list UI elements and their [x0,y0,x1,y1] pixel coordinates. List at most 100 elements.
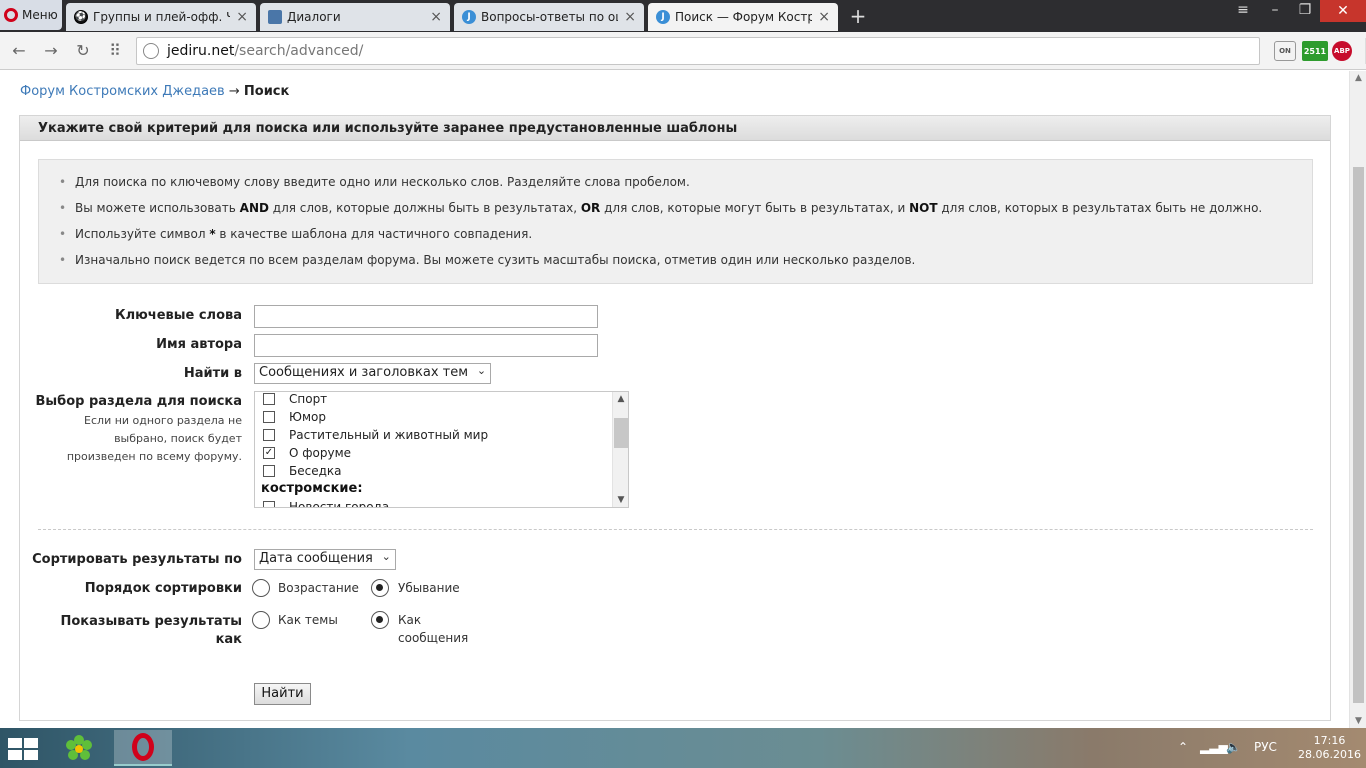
section-option[interactable]: Спорт [263,392,327,408]
minimize-icon[interactable]: – [1260,2,1290,18]
page-scrollbar[interactable]: ▲ ▼ [1349,71,1366,728]
chevron-down-icon[interactable]: ▼ [613,495,628,505]
search-in-label: Найти в [183,366,242,381]
search-in-value: Сообщениях и заголовках тем [259,365,469,380]
vpn-extension-icon[interactable]: ON [1274,41,1296,61]
jediru-extension-icon[interactable]: 2511 [1302,41,1328,61]
taskbar-clock[interactable]: 17:16 28.06.2016 [1298,734,1361,762]
opera-menu-button[interactable]: Меню [0,0,62,30]
tip-or: OR [580,201,601,215]
author-input[interactable] [254,334,598,357]
checkbox[interactable] [263,411,275,423]
close-icon[interactable]: × [236,9,248,25]
tip-text: Вы можете использовать [75,201,240,215]
site-info-icon[interactable] [143,43,159,59]
checkbox[interactable] [263,501,275,507]
order-desc-radio[interactable] [371,579,389,597]
tab-1[interactable]: ⚽ Группы и плей-офф. Чемп × [66,3,256,31]
show-topics-radio[interactable] [252,611,270,629]
checkbox[interactable] [263,429,275,441]
breadcrumb-separator: → [228,84,240,99]
section-option[interactable]: ✓ О форуме [263,444,351,462]
chevron-up-icon[interactable]: ▲ [613,394,628,404]
maximize-icon[interactable]: ❐ [1290,2,1320,18]
page-scroll-thumb[interactable] [1353,167,1364,703]
url-field[interactable]: jediru.net/search/advanced/ ♥ [136,37,1366,65]
order-asc-label[interactable]: Возрастание [278,579,359,597]
jediru-icon: J [656,10,670,24]
windows-taskbar: ⌃ ▂▃▅ 🔈 РУС 17:16 28.06.2016 [0,728,1366,768]
section-option[interactable]: Юмор [263,408,326,426]
chevron-down-icon[interactable]: ▼ [1350,716,1366,726]
menu-label: Меню [22,8,58,22]
tip-text: для слов, которых в результатах быть не … [937,201,1263,215]
show-topics-label[interactable]: Как темы [278,611,338,629]
checkbox[interactable] [263,465,275,477]
search-submit-button[interactable]: Найти [254,683,311,705]
tab-title: Поиск — Форум Костром [675,10,813,24]
icq-flower-icon[interactable] [64,734,94,764]
tip-item: Используйте символ * в качестве шаблона … [59,221,1312,247]
clock-date: 28.06.2016 [1298,748,1361,761]
breadcrumb-forum-link[interactable]: Форум Костромских Джедаев [20,84,225,99]
tab-menu-icon[interactable]: ≡ [1228,2,1258,18]
jediru-extension-badge: 2511 [1303,46,1327,56]
tray-expand-icon[interactable]: ⌃ [1178,740,1188,754]
tip-text: Изначально поиск ведется по всем раздела… [75,253,916,267]
opera-logo-icon [132,733,154,761]
section-option-label: Новости города [289,500,390,508]
volume-icon[interactable]: 🔈 [1226,740,1241,754]
order-desc-label[interactable]: Убывание [398,579,460,597]
sort-select[interactable]: Дата сообщения ⌄ [254,549,396,570]
vpn-extension-label: ON [1279,47,1291,55]
sort-label: Сортировать результаты по [32,552,242,567]
window-close-icon[interactable]: ✕ [1320,0,1366,22]
speed-dial-grid-icon[interactable]: ⠿ [104,40,126,62]
author-label: Имя автора [156,337,242,352]
chevron-up-icon[interactable]: ▲ [1350,73,1366,83]
new-tab-plus-icon[interactable]: + [848,4,868,28]
tip-text: для слов, которые могут быть в результат… [600,201,910,215]
opera-taskbar-button[interactable] [114,730,172,766]
adblock-plus-label: ABP [1334,47,1350,55]
section-option[interactable]: Беседка [263,462,342,480]
show-posts-radio[interactable] [371,611,389,629]
tip-item: Изначально поиск ведется по всем раздела… [59,247,1312,273]
reload-icon[interactable]: ↻ [72,40,94,62]
search-in-select[interactable]: Сообщениях и заголовках тем ⌄ [254,363,492,384]
section-option[interactable]: Растительный и животный мир [263,426,488,444]
browser-tab-bar: Меню ⚽ Группы и плей-офф. Чемп × Диалоги… [0,0,1366,32]
back-arrow-icon[interactable]: ← [8,40,30,62]
section-option-label: Юмор [289,410,326,424]
show-as-label: Показывать результаты как [60,614,243,647]
checkbox-checked[interactable]: ✓ [263,447,275,459]
section-option[interactable]: Новости города [263,498,390,508]
close-icon[interactable]: × [818,9,830,25]
section-listbox[interactable]: Спорт Юмор Растительный и животный мир ✓… [254,391,629,508]
soccer-ball-icon: ⚽ [74,10,88,24]
tab-3[interactable]: J Вопросы-ответы по оши × [454,3,644,31]
tab-2[interactable]: Диалоги × [260,3,450,31]
listbox-scroll-thumb[interactable] [614,418,628,448]
tab-title: Группы и плей-офф. Чемп [93,10,231,24]
network-signal-icon[interactable]: ▂▃▅ [1200,740,1228,754]
tip-not: NOT [909,201,938,215]
close-icon[interactable]: × [624,9,636,25]
search-panel: Укажите свой критерий для поиска или исп… [19,115,1331,721]
order-asc-radio[interactable] [252,579,270,597]
forward-arrow-icon[interactable]: → [40,40,62,62]
tab-title: Диалоги [287,10,341,24]
input-language[interactable]: РУС [1254,740,1277,754]
close-icon[interactable]: × [430,9,442,25]
tip-text: для слов, которые должны быть в результа… [268,201,581,215]
adblock-plus-icon[interactable]: ABP [1332,41,1352,61]
checkbox[interactable] [263,393,275,405]
tab-4-active[interactable]: J Поиск — Форум Костром × [648,3,838,31]
show-posts-label[interactable]: Как сообщения [398,611,478,647]
windows-start-icon[interactable] [8,738,38,760]
divider [38,529,1313,530]
listbox-scrollbar[interactable]: ▲ ▼ [612,392,628,507]
breadcrumb: Форум Костромских Джедаев → Поиск [20,84,289,99]
section-group-label: костромские: [261,481,363,496]
keywords-input[interactable] [254,305,598,328]
